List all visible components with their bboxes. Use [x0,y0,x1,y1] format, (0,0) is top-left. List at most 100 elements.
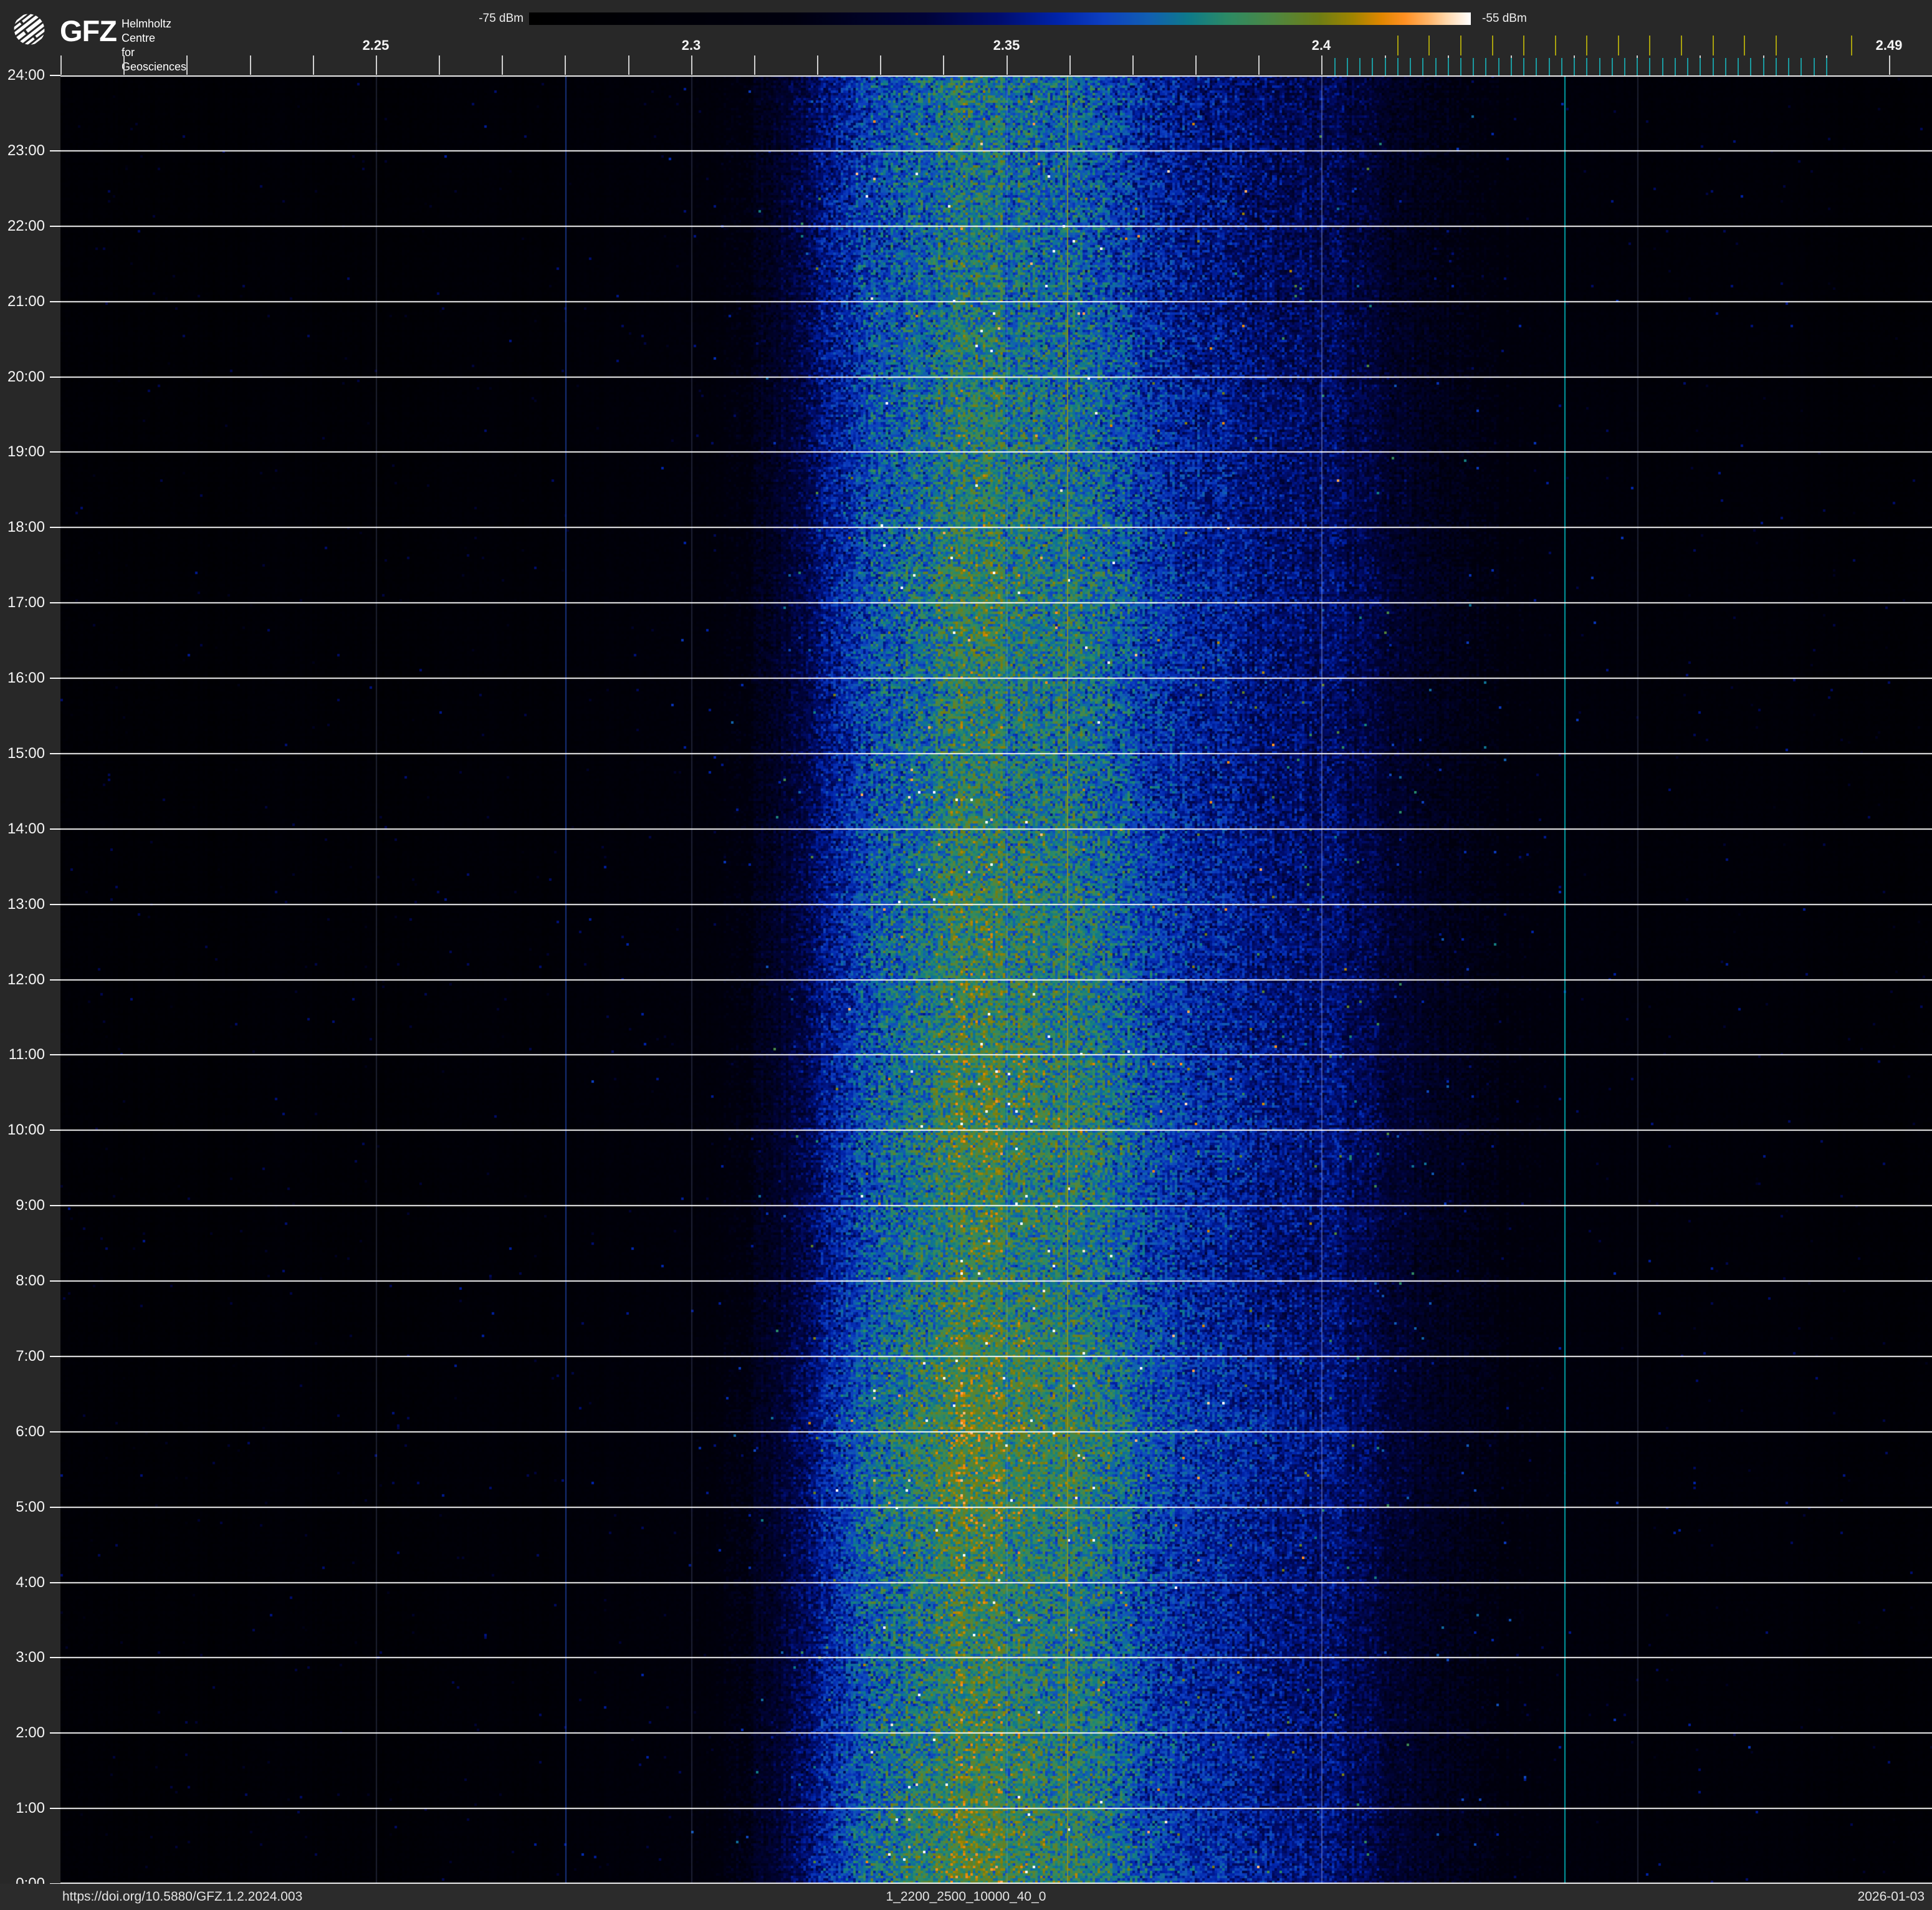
time-axis-label: 8:00 [16,1272,45,1289]
time-axis-label: 6:00 [16,1423,45,1440]
time-axis-tick [50,1130,60,1131]
ble-channel-tick [1675,58,1676,75]
ble-channel-tick [1498,58,1499,75]
ble-channel-tick [1788,58,1789,75]
wifi-channel-tick [1492,36,1493,55]
logo-subtitle-line2: for Geosciences [122,46,187,73]
ble-channel-tick [1574,58,1575,75]
time-axis-label: 20:00 [7,368,45,385]
freq-minor-tick [1007,55,1008,75]
wifi-channel-tick [1649,36,1650,55]
time-axis-label: 22:00 [7,218,45,234]
ble-channel-tick [1826,58,1827,75]
logo-subtitle-line1: Helmholtz Centre [122,17,172,44]
ble-channel-tick [1586,58,1587,75]
ble-channel-tick [1460,58,1461,75]
freq-minor-tick [60,55,62,75]
ble-channel-tick [1536,58,1537,75]
time-axis-label: 12:00 [7,971,45,988]
time-axis-label: 17:00 [7,594,45,611]
ble-channel-tick [1599,58,1600,75]
ble-channel-tick [1485,58,1486,75]
time-axis-label: 10:00 [7,1121,45,1138]
time-axis-tick [50,150,60,151]
ble-channel-tick [1435,58,1437,75]
freq-axis-label: 2.3 [681,37,701,53]
ble-channel-tick [1334,58,1336,75]
gfz-globe-icon [14,13,45,46]
ble-channel-tick [1372,58,1373,75]
freq-minor-tick [376,55,377,75]
ble-channel-tick [1473,58,1474,75]
time-axis-label: 9:00 [16,1197,45,1214]
freq-minor-tick [123,55,125,75]
time-axis-tick [50,1507,60,1508]
ble-channel-tick [1359,58,1361,75]
time-axis-tick [50,602,60,603]
ble-channel-tick [1776,58,1777,75]
freq-minor-tick [1069,55,1071,75]
time-axis-label: 21:00 [7,293,45,310]
freq-minor-tick [1889,55,1890,75]
time-axis-tick [50,1205,60,1206]
time-axis-tick [50,1356,60,1357]
wifi-channel-tick [1460,36,1461,55]
time-axis-tick [50,828,60,830]
wifi-channel-tick [1618,36,1619,55]
colorbar-max-label: -55 dBm [1482,12,1527,25]
wifi-channel-tick [1523,36,1524,55]
ble-channel-tick [1700,58,1701,75]
wifi-channel-tick [1586,36,1587,55]
time-axis-tick [50,1657,60,1658]
time-axis-label: 15:00 [7,745,45,762]
ble-channel-tick [1750,58,1751,75]
time-axis-tick [50,678,60,679]
time-axis-tick [50,451,60,453]
status-bar: https://doi.org/10.5880/GFZ.1.2.2024.003… [0,1884,1932,1910]
ble-channel-tick [1511,58,1512,75]
time-axis-label: 24:00 [7,67,45,84]
date-text: 2026-01-03 [1857,1889,1925,1904]
freq-minor-tick [250,55,251,75]
freq-minor-tick [1195,55,1197,75]
ble-channel-tick [1662,58,1663,75]
freq-minor-tick [880,55,881,75]
freq-axis-label: 2.49 [1875,37,1903,53]
freq-minor-tick [502,55,503,75]
ble-channel-tick [1763,58,1764,75]
time-axis-tick [50,226,60,227]
ble-channel-tick [1523,58,1524,75]
wifi-channel-tick [1744,36,1745,55]
ble-channel-tick [1637,58,1638,75]
ble-channel-tick [1410,58,1411,75]
freq-minor-tick [565,55,566,75]
time-axis-tick [50,1431,60,1432]
time-axis-tick [50,377,60,378]
freq-minor-tick [691,55,692,75]
spectrogram-heatmap [60,75,1932,1884]
wifi-channel-tick [1397,36,1399,55]
ble-channel-tick [1725,58,1726,75]
freq-minor-tick [1321,55,1322,75]
time-axis-tick [50,904,60,905]
time-axis-tick [50,1582,60,1583]
doi-text: https://doi.org/10.5880/GFZ.1.2.2024.003 [62,1889,303,1904]
ble-channel-tick [1624,58,1625,75]
wifi-channel-tick [1681,36,1682,55]
time-axis-label: 4:00 [16,1574,45,1591]
freq-minor-tick [186,55,188,75]
ble-channel-tick [1397,58,1399,75]
time-axis-label: 1:00 [16,1800,45,1816]
wifi-channel-tick [1776,36,1777,55]
time-axis-label: 16:00 [7,669,45,686]
colorbar-gradient [529,12,1471,25]
spectrogram-viewer: GFZ Helmholtz Centre for Geosciences -75… [0,0,1932,1910]
freq-minor-tick [313,55,314,75]
ble-channel-tick [1814,58,1815,75]
freq-axis-label: 2.4 [1311,37,1331,53]
time-axis-label: 23:00 [7,142,45,159]
wifi-channel-tick [1428,36,1430,55]
ble-channel-tick [1649,58,1650,75]
freq-minor-tick [943,55,944,75]
time-axis-tick [50,75,60,76]
